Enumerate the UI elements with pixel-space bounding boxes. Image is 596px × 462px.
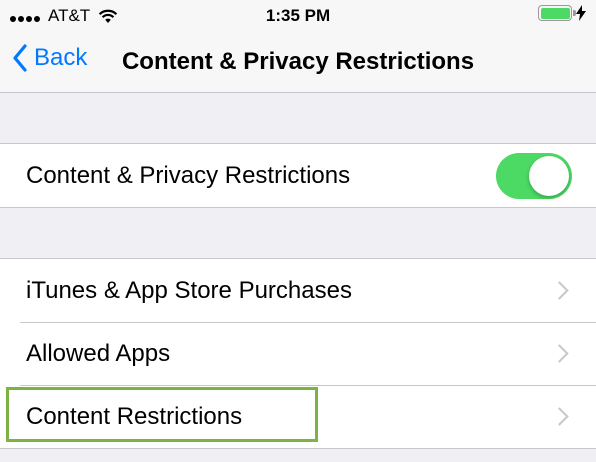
status-bar: AT&T 1:35 PM [0, 0, 596, 32]
charging-bolt-icon [576, 5, 586, 21]
menu-item-label: Content Restrictions [26, 402, 243, 430]
menu-item-content-restrictions[interactable]: Content Restrictions [0, 385, 596, 448]
restrictions-menu-group: iTunes & App Store Purchases Allowed App… [0, 258, 596, 449]
restrictions-toggle-switch[interactable] [496, 152, 572, 199]
chevron-right-icon [550, 344, 569, 363]
restrictions-toggle-group: Content & Privacy Restrictions [0, 143, 596, 208]
chevron-right-icon [550, 281, 569, 300]
battery-icon [538, 5, 576, 21]
menu-item-label: Allowed Apps [26, 339, 171, 367]
menu-item-itunes-app-store-purchases[interactable]: iTunes & App Store Purchases [0, 259, 596, 322]
clock: 1:35 PM [265, 6, 331, 25]
page-title: Content & Privacy Restrictions [121, 48, 475, 75]
restrictions-toggle-label: Content & Privacy Restrictions [26, 161, 351, 189]
toggle-knob [529, 155, 569, 196]
menu-item-label: iTunes & App Store Purchases [26, 276, 352, 304]
navigation-bar: Back Content & Privacy Restrictions [0, 32, 596, 93]
chevron-right-icon [550, 407, 569, 426]
menu-item-allowed-apps[interactable]: Allowed Apps [0, 322, 596, 385]
status-bar-right [538, 5, 586, 21]
restrictions-toggle-row: Content & Privacy Restrictions [0, 144, 596, 207]
